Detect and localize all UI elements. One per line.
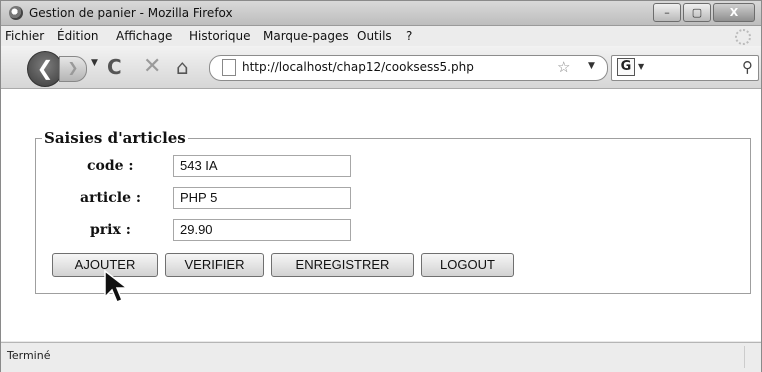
reload-icon[interactable]: C [107,55,122,79]
close-button[interactable]: X [713,3,755,22]
menu-edition[interactable]: Édition [57,29,99,43]
fieldset-legend: Saisies d'articles [44,129,186,147]
minimize-button[interactable]: – [653,3,681,22]
code-label: code : [87,158,134,174]
search-magnifier-icon[interactable]: ⚲ [742,58,753,76]
menu-marque-pages[interactable]: Marque-pages [263,29,349,43]
title-bar: Gestion de panier - Mozilla Firefox – ▢ … [1,1,761,26]
verifier-button[interactable]: VERIFIER [165,253,264,277]
maximize-button[interactable]: ▢ [683,3,711,22]
browser-window: Gestion de panier - Mozilla Firefox – ▢ … [0,0,762,372]
menu-help[interactable]: ? [406,29,412,43]
article-input[interactable]: PHP 5 [173,187,351,209]
home-icon[interactable]: ⌂ [176,55,189,79]
code-input[interactable]: 543 IA [173,155,351,177]
throbber-icon [735,29,751,45]
logout-button[interactable]: LOGOUT [421,253,514,277]
page-icon [222,59,236,76]
prix-label: prix : [90,222,131,238]
resize-grip-icon[interactable] [744,346,759,368]
window-title: Gestion de panier - Mozilla Firefox [29,6,233,20]
firefox-icon [9,6,23,20]
status-text: Terminé [7,349,51,362]
back-arrow-icon[interactable]: ❮ [27,51,63,87]
url-dropdown-icon[interactable]: ▼ [588,61,595,71]
navigation-toolbar: ❮ ❯ ▼ C ✕ ⌂ http://localhost/chap12/cook… [1,46,761,89]
mouse-cursor-icon [104,269,130,303]
status-bar: Terminé [1,342,761,372]
prix-input[interactable]: 29.90 [173,219,351,241]
menu-fichier[interactable]: Fichier [5,29,44,43]
forward-arrow-icon[interactable]: ❯ [59,56,87,82]
enregistrer-button[interactable]: ENREGISTRER [271,253,414,277]
search-box[interactable]: G ▼ ⚲ [611,55,759,81]
bookmark-star-icon[interactable]: ☆ [557,58,570,76]
menu-historique[interactable]: Historique [189,29,251,43]
window-controls: – ▢ X [653,3,755,22]
menu-bar: Fichier Édition Affichage Historique Mar… [1,26,761,46]
article-label: article : [80,190,142,206]
menu-affichage[interactable]: Affichage [116,29,172,43]
menu-outils[interactable]: Outils [357,29,392,43]
stop-icon[interactable]: ✕ [143,54,161,79]
google-icon[interactable]: G [617,58,635,76]
url-bar[interactable]: http://localhost/chap12/cooksess5.php ☆ … [209,55,608,81]
search-engine-dropdown-icon[interactable]: ▼ [638,62,644,71]
history-dropdown-icon[interactable]: ▼ [91,58,98,68]
url-text[interactable]: http://localhost/chap12/cooksess5.php [242,60,474,74]
